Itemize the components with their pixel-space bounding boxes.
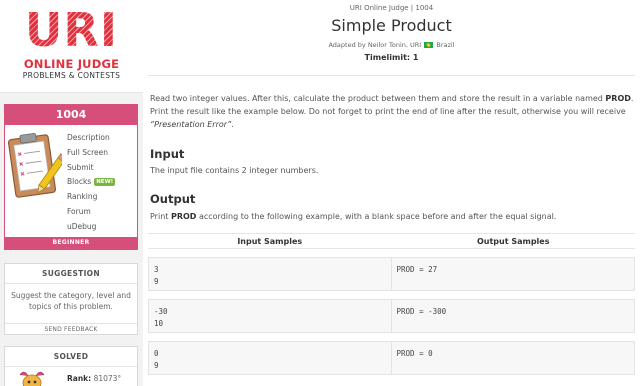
menu-submit[interactable]: Submit <box>67 161 115 176</box>
samples-table: Input Samples Output Samples 3 9 PROD = … <box>148 233 635 375</box>
adapted-by: Adapted by Neilor Tonin, URI Brazil <box>143 41 640 49</box>
judge-breadcrumb: URI Online Judge | 1004 <box>349 4 434 12</box>
output-text: Print PROD according to the following ex… <box>150 212 556 221</box>
problem-description: Read two integer values. After this, cal… <box>150 92 635 131</box>
suggestion-text: Suggest the category, level and topics o… <box>11 291 131 311</box>
problem-menu: Description Full Screen Submit Blocks NEW… <box>67 131 116 235</box>
sidebar: URI ONLINE JUDGE PROBLEMS & CONTESTS 100… <box>0 0 143 386</box>
rank: Rank: 81073° <box>67 374 121 383</box>
output-variable: PROD <box>170 212 197 221</box>
suggestion-title: SUGGESTION <box>5 264 137 284</box>
mascot-icon <box>19 371 45 386</box>
sample-row: 3 9 PROD = 27 <box>148 257 635 291</box>
logo-subtitle: ONLINE JUDGE <box>23 57 120 71</box>
sample-output: PROD = -300 <box>391 299 635 333</box>
problem-title: Simple Product <box>331 16 452 35</box>
output-text-post: according to the following example, with… <box>196 212 557 221</box>
suggestion-card: SUGGESTION Suggest the category, level a… <box>4 263 138 335</box>
menu-blocks[interactable]: Blocks NEW! <box>67 175 116 190</box>
problem-id: 1004 <box>5 105 137 125</box>
sample-input: 3 9 <box>148 257 392 291</box>
output-text-pre: Print <box>150 212 171 221</box>
problem-card: 1004 Description Full Screen Submit Bloc… <box>4 104 138 250</box>
sample-output: PROD = 27 <box>391 257 635 291</box>
desc-part-1: Read two integer values. After this, cal… <box>150 94 606 103</box>
country-name: Brazil <box>436 41 455 49</box>
sample-input: -30 10 <box>148 299 392 333</box>
desc-part-3: . <box>231 120 234 129</box>
desc-error: “Presentation Error” <box>150 120 232 129</box>
problem-content: URI Online Judge | 1004 Simple Product A… <box>143 0 640 386</box>
sample-row: -30 10 PROD = -300 <box>148 299 635 333</box>
send-feedback-button[interactable]: SEND FEEDBACK <box>5 323 137 334</box>
menu-blocks-label: Blocks <box>67 177 92 187</box>
adapted-by-text: Adapted by Neilor Tonin, URI <box>328 41 422 49</box>
clipboard-icon <box>8 133 62 198</box>
sample-output: PROD = 0 <box>391 341 635 375</box>
input-heading: Input <box>150 147 185 161</box>
menu-ranking[interactable]: Ranking <box>67 190 115 205</box>
sample-row: 0 9 PROD = 0 <box>148 341 635 375</box>
samples-header: Input Samples Output Samples <box>148 233 635 249</box>
header-divider <box>148 75 635 76</box>
logo-tagline: PROBLEMS & CONTESTS <box>22 71 121 80</box>
solved-title: SOLVED <box>5 347 137 367</box>
menu-forum[interactable]: Forum <box>67 205 115 220</box>
menu-full-screen[interactable]: Full Screen <box>67 146 115 161</box>
new-badge: NEW! <box>94 178 116 187</box>
logo-title: URI <box>25 3 118 57</box>
timelimit: Timelimit: 1 <box>364 53 419 62</box>
rank-label: Rank: <box>67 374 92 383</box>
uri-logo[interactable]: URI ONLINE JUDGE PROBLEMS & CONTESTS <box>0 0 143 93</box>
solved-card: SOLVED Rank: 81073° <box>4 346 138 386</box>
level-badge: BEGINNER <box>5 237 137 249</box>
desc-variable: PROD <box>605 94 631 103</box>
output-samples-header: Output Samples <box>476 237 550 246</box>
input-text: The input file contains 2 integer number… <box>150 166 319 175</box>
rank-value: 81073° <box>93 374 122 383</box>
sample-input: 0 9 <box>148 341 392 375</box>
input-samples-header: Input Samples <box>237 237 303 246</box>
output-heading: Output <box>150 192 196 206</box>
menu-description[interactable]: Description <box>67 131 115 146</box>
brazil-flag-icon <box>424 42 434 48</box>
menu-udebug[interactable]: uDebug <box>67 220 115 235</box>
